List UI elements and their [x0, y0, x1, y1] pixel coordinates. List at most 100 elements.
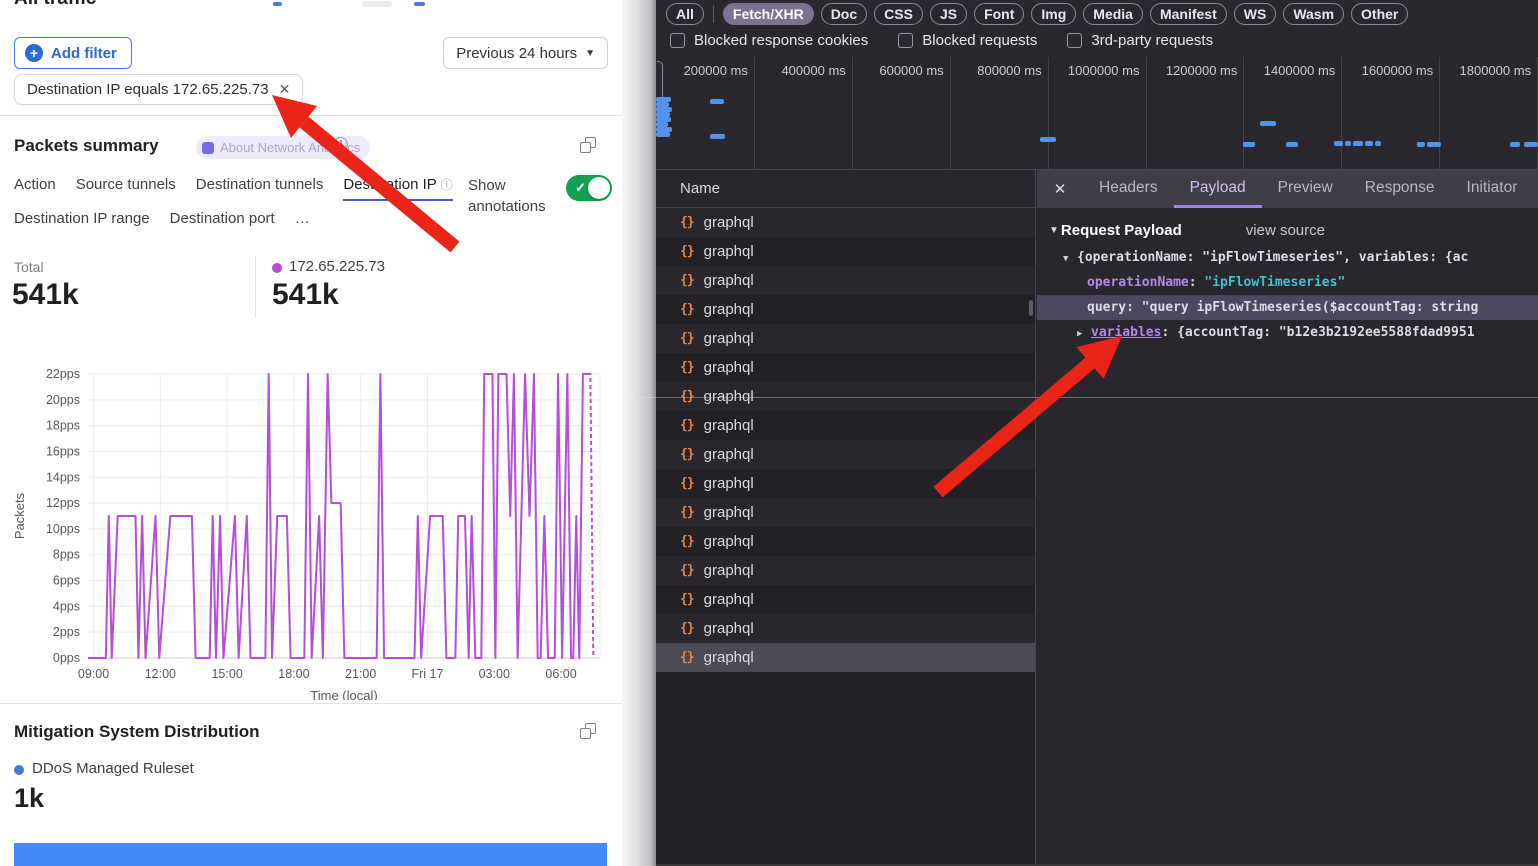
- filter-pill-other[interactable]: Other: [1351, 3, 1408, 25]
- request-row-graphql[interactable]: {}graphql: [656, 237, 1035, 266]
- request-row-graphql[interactable]: {}graphql: [656, 469, 1035, 498]
- checkbox-unchecked[interactable]: [1067, 33, 1082, 48]
- request-timing-mark: [1345, 141, 1351, 146]
- filter-pill-js[interactable]: JS: [930, 3, 967, 25]
- details-tab-payload[interactable]: Payload: [1174, 170, 1262, 208]
- summary-tabs-row2: Destination IP range Destination port …: [14, 210, 310, 233]
- chevron-down-icon: ▼: [585, 48, 595, 59]
- json-braces-icon: {}: [680, 389, 694, 404]
- filter-pill-img[interactable]: Img: [1031, 3, 1076, 25]
- request-name: graphql: [704, 417, 754, 434]
- request-row-graphql[interactable]: {} graphql: [656, 585, 1035, 614]
- request-row-graphql[interactable]: {}graphql: [656, 324, 1035, 353]
- request-row-graphql[interactable]: {} graphql: [656, 440, 1035, 469]
- view-source-link[interactable]: view source: [1246, 222, 1325, 239]
- json-braces-icon: {}: [680, 505, 694, 520]
- request-row-graphql[interactable]: {}graphql: [656, 295, 1035, 324]
- request-row-graphql[interactable]: {}graphql: [656, 527, 1035, 556]
- close-icon[interactable]: ✕: [1037, 180, 1083, 198]
- request-timing-mark: [1417, 142, 1425, 147]
- filter-pill-ws[interactable]: WS: [1234, 3, 1277, 25]
- filter-pill-manifest[interactable]: Manifest: [1150, 3, 1227, 25]
- tab-source-tunnels[interactable]: Source tunnels: [76, 176, 176, 201]
- packets-timeseries-chart[interactable]: 0pps2pps4pps6pps8pps10pps12pps14pps16pps…: [10, 352, 614, 700]
- remove-filter-icon[interactable]: ✕: [279, 81, 291, 98]
- filter-pill-fetch-xhr[interactable]: Fetch/XHR: [723, 3, 814, 25]
- payload-row[interactable]: ▼{operationName: "ipFlowTimeseries", var…: [1037, 245, 1538, 270]
- checkbox-label: Blocked requests: [922, 32, 1037, 49]
- expand-card-icon[interactable]: [580, 137, 596, 153]
- packets-summary-title: Packets summary: [14, 136, 159, 156]
- filter-pill-wasm[interactable]: Wasm: [1283, 3, 1344, 25]
- chart-canvas[interactable]: 0pps2pps4pps6pps8pps10pps12pps14pps16pps…: [10, 352, 614, 700]
- stat-divider: [255, 256, 256, 318]
- json-braces-icon: {}: [680, 331, 694, 346]
- scrollbar-thumb[interactable]: [1029, 300, 1033, 316]
- payload-row[interactable]: ▶variables: {accountTag: "b12e3b2192ee55…: [1037, 320, 1538, 345]
- summary-tabs-row1: Action Source tunnels Destination tunnels D…: [14, 176, 453, 201]
- network-overview-timeline[interactable]: 200000 ms400000 ms600000 ms800000 ms1000…: [656, 57, 1538, 170]
- payload-tree: ▼{operationName: "ipFlowTimeseries", var…: [1037, 245, 1538, 345]
- filter-pill-media[interactable]: Media: [1083, 3, 1143, 25]
- mitigation-value: 1k: [14, 783, 44, 814]
- tab-destination-tunnels[interactable]: Destination tunnels: [196, 176, 324, 201]
- filter-chip-label: Destination IP equals 172.65.225.73: [27, 81, 269, 98]
- time-range-value: Previous 24 hours: [456, 45, 577, 62]
- payload-row[interactable]: operationName: "ipFlowTimeseries": [1037, 270, 1538, 295]
- svg-text:12:00: 12:00: [145, 667, 176, 681]
- add-filter-button[interactable]: + Add filter: [14, 37, 132, 69]
- tab-destination-port[interactable]: Destination port: [170, 210, 275, 233]
- json-braces-icon: {}: [680, 447, 694, 462]
- tab--[interactable]: …: [295, 210, 310, 233]
- tab-destination-ip[interactable]: Destination IPⓘ: [343, 176, 452, 201]
- expand-triangle-icon[interactable]: ▼: [1063, 247, 1077, 272]
- request-row-graphql[interactable]: {} graphql: [656, 411, 1035, 440]
- timeline-tick-label: 600000 ms: [852, 63, 944, 81]
- json-braces-icon: {}: [680, 418, 694, 433]
- filter-pill-doc[interactable]: Doc: [821, 3, 867, 25]
- json-braces-icon: {}: [680, 592, 694, 607]
- add-filter-label: Add filter: [51, 45, 117, 62]
- tab-destination-ip-range[interactable]: Destination IP range: [14, 210, 150, 233]
- details-tab-initiator[interactable]: Initiator: [1451, 170, 1534, 208]
- request-row-graphql[interactable]: {}graphql: [656, 498, 1035, 527]
- plus-icon: +: [25, 44, 43, 62]
- filter-chip[interactable]: Destination IP equals 172.65.225.73 ✕: [14, 74, 303, 105]
- mitigation-legend-label: DDoS Managed Ruleset: [32, 760, 194, 777]
- request-name: graphql: [704, 214, 754, 231]
- request-row-graphql[interactable]: {}graphql: [656, 266, 1035, 295]
- expand-triangle-icon[interactable]: ▶: [1077, 322, 1091, 347]
- name-column-header[interactable]: Name: [656, 170, 1035, 208]
- mitigation-bar[interactable]: [14, 843, 607, 866]
- page-title: All traffic: [14, 0, 96, 10]
- checkbox-unchecked[interactable]: [898, 33, 913, 48]
- payload-segment: : "query ipFlowTimeseries($accountTag: s…: [1126, 300, 1478, 315]
- details-tab-headers[interactable]: Headers: [1083, 170, 1174, 208]
- filter-pill-font[interactable]: Font: [974, 3, 1024, 25]
- collapse-triangle-icon[interactable]: ▼: [1049, 225, 1059, 236]
- checkbox-item-blocked-response-cookies: Blocked response cookies: [670, 32, 868, 49]
- filter-pill-all[interactable]: All: [666, 3, 704, 25]
- tab-action[interactable]: Action: [14, 176, 56, 201]
- details-tab-preview[interactable]: Preview: [1262, 170, 1349, 208]
- checkbox-unchecked[interactable]: [670, 33, 685, 48]
- time-range-dropdown[interactable]: Previous 24 hours ▼: [443, 37, 608, 69]
- payload-row[interactable]: query: "query ipFlowTimeseries($accountT…: [1037, 295, 1538, 320]
- filter-pill-css[interactable]: CSS: [874, 3, 923, 25]
- svg-text:12pps: 12pps: [46, 496, 80, 510]
- timeline-tick-label: 1600000 ms: [1341, 63, 1433, 81]
- show-annotations-toggle[interactable]: ✓: [566, 175, 612, 201]
- details-tab-response[interactable]: Response: [1349, 170, 1451, 208]
- request-row-graphql[interactable]: {}graphql: [656, 556, 1035, 585]
- request-row-graphql[interactable]: {}graphql: [656, 353, 1035, 382]
- request-row-graphql[interactable]: {}graphql: [656, 614, 1035, 643]
- svg-text:15:00: 15:00: [211, 667, 242, 681]
- request-name: graphql: [704, 446, 754, 463]
- expand-card-icon[interactable]: [580, 723, 596, 739]
- request-name: graphql: [704, 475, 754, 492]
- request-row-graphql[interactable]: {}graphql: [656, 643, 1035, 672]
- request-name: graphql: [704, 591, 754, 608]
- request-row-graphql[interactable]: {}graphql: [656, 208, 1035, 237]
- request-row-graphql[interactable]: {}graphql: [656, 382, 1035, 411]
- request-type-filters: All Fetch/XHR Doc CSS JS Font Img Media Manifest…: [666, 3, 1408, 25]
